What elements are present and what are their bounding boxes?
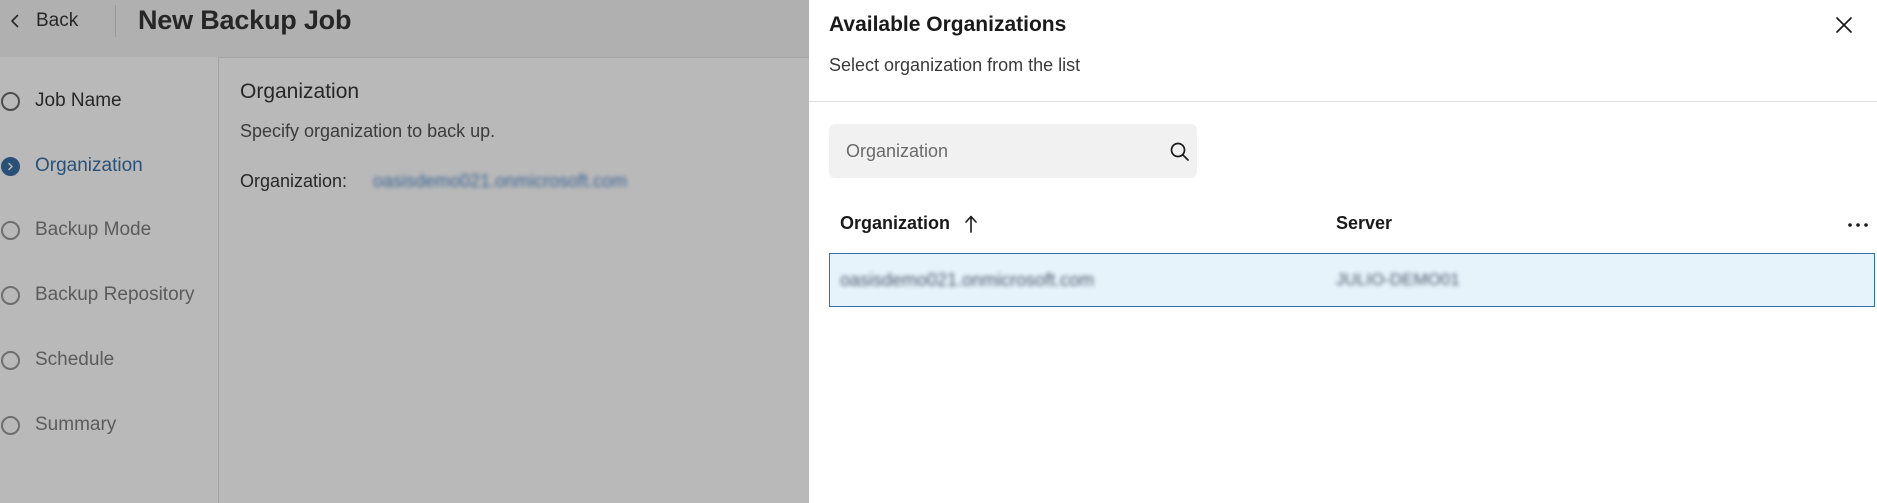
table-header: Organization Server xyxy=(829,209,1877,243)
row-organization: oasisdemo021.onmicrosoft.com xyxy=(840,270,1095,290)
column-header-organization[interactable]: Organization xyxy=(840,213,978,234)
close-icon xyxy=(1836,17,1852,33)
panel-subtitle: Select organization from the list xyxy=(829,55,1081,75)
panel-divider xyxy=(809,101,1877,102)
row-server: JULIO-DEMO01 xyxy=(1336,270,1460,289)
available-organizations-panel: Available Organizations Select organizat… xyxy=(809,0,1877,503)
organization-search xyxy=(829,124,1197,178)
more-horizontal-icon xyxy=(1848,223,1868,227)
search-icon[interactable] xyxy=(1169,141,1190,162)
close-button[interactable] xyxy=(1833,14,1855,36)
search-input[interactable] xyxy=(829,124,1149,178)
more-options-button[interactable] xyxy=(1846,215,1870,235)
arrow-up-icon xyxy=(965,215,977,233)
column-header-label: Organization xyxy=(840,213,951,233)
table-row[interactable]: oasisdemo021.onmicrosoft.com JULIO-DEMO0… xyxy=(829,253,1875,307)
panel-title: Available Organizations xyxy=(829,13,1067,36)
column-header-server[interactable]: Server xyxy=(1336,213,1392,234)
modal-backdrop[interactable] xyxy=(0,0,809,503)
